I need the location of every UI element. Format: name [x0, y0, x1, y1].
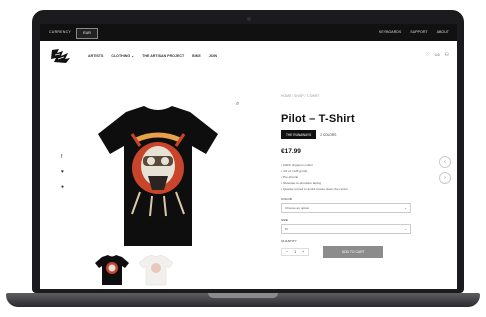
menu-clothing[interactable]: CLOTHING ⌄: [111, 54, 134, 58]
thumbnail-black[interactable]: [94, 254, 130, 286]
user-icon[interactable]: ⚇: [445, 52, 449, 58]
menu-bike[interactable]: BIKE: [192, 54, 201, 58]
quantity-value[interactable]: 1: [294, 250, 296, 254]
laptop-device: CURRENCY EUR KEYBOARDS SUPPORT ABOUT ART…: [0, 0, 486, 317]
menu-artists[interactable]: ARTISTS: [88, 54, 103, 58]
tag-collection[interactable]: THE RUNAWAYS: [281, 130, 317, 139]
link-support[interactable]: SUPPORT: [410, 30, 427, 34]
size-select-value: M: [285, 227, 288, 231]
product-main-image[interactable]: [96, 104, 220, 248]
quantity-label: QUANTITY: [281, 239, 297, 243]
webcam: [247, 17, 251, 21]
size-label: SIZE: [281, 218, 288, 222]
link-about[interactable]: ABOUT: [437, 30, 449, 34]
product-tags: THE RUNAWAYS 2 COLORS: [281, 130, 446, 139]
facebook-icon[interactable]: f: [61, 154, 64, 160]
add-to-cart-button[interactable]: ADD TO CART: [323, 246, 384, 258]
brand-logo[interactable]: [50, 47, 72, 65]
size-select[interactable]: M ⌄: [281, 224, 411, 234]
chevron-down-icon: ⌄: [404, 206, 407, 210]
zoom-icon[interactable]: ⌕: [236, 101, 239, 108]
thumbnail-white[interactable]: [138, 254, 174, 286]
laptop-notch: [208, 293, 278, 298]
next-product-icon[interactable]: ›: [439, 172, 451, 184]
currency-label: CURRENCY: [49, 30, 71, 34]
minus-icon[interactable]: −: [286, 250, 288, 254]
color-select-value: Choose an option: [285, 206, 310, 210]
color-label: COLOR: [281, 197, 293, 201]
menu-join[interactable]: JOIN: [209, 54, 217, 58]
utility-links: KEYBOARDS SUPPORT ABOUT: [379, 30, 449, 34]
product-title: Pilot – T-Shirt: [281, 113, 355, 125]
feature-list: • 100% ringspun cotton • 4.8 oz (145 g/m…: [281, 162, 446, 192]
browser-screen: CURRENCY EUR KEYBOARDS SUPPORT ABOUT ART…: [40, 24, 457, 289]
chevron-down-icon: ⌄: [404, 227, 407, 231]
primary-menu: ARTISTS CLOTHING ⌄ THE ARTISAN PROJECT B…: [88, 54, 217, 58]
purchase-row: − 1 + ADD TO CART: [281, 246, 446, 258]
breadcrumb[interactable]: HOME / SHOP / T-SHIRT: [281, 94, 446, 98]
pinterest-icon[interactable]: ●: [61, 184, 64, 190]
heart-icon[interactable]: ♡: [425, 52, 429, 58]
plus-icon[interactable]: +: [302, 250, 304, 254]
currency-select[interactable]: EUR: [76, 28, 98, 39]
color-select[interactable]: Choose an option ⌄: [281, 203, 411, 213]
product-price: €17.99: [281, 148, 301, 155]
quantity-stepper[interactable]: − 1 +: [281, 248, 310, 256]
feature-item: • Quarter-turned to avoid crease down th…: [281, 187, 348, 191]
link-keyboards[interactable]: KEYBOARDS: [379, 30, 401, 34]
tag-colors: 2 COLORS: [320, 132, 337, 137]
prev-product-icon[interactable]: ‹: [439, 156, 451, 168]
cart-count: 0: [437, 53, 440, 57]
twitter-icon[interactable]: ♥: [61, 169, 64, 175]
share-icons: f ♥ ●: [61, 154, 64, 190]
nav-icons: ♡ ⌂0 ⚇: [425, 52, 449, 58]
product-info: HOME / SHOP / T-SHIRT Pilot – T-Shirt TH…: [281, 94, 446, 258]
utility-bar: CURRENCY EUR KEYBOARDS SUPPORT ABOUT: [40, 24, 457, 41]
cart-icon[interactable]: ⌂0: [435, 52, 440, 58]
menu-artisan-project[interactable]: THE ARTISAN PROJECT: [142, 54, 184, 58]
main-nav: ARTISTS CLOTHING ⌄ THE ARTISAN PROJECT B…: [40, 41, 457, 71]
